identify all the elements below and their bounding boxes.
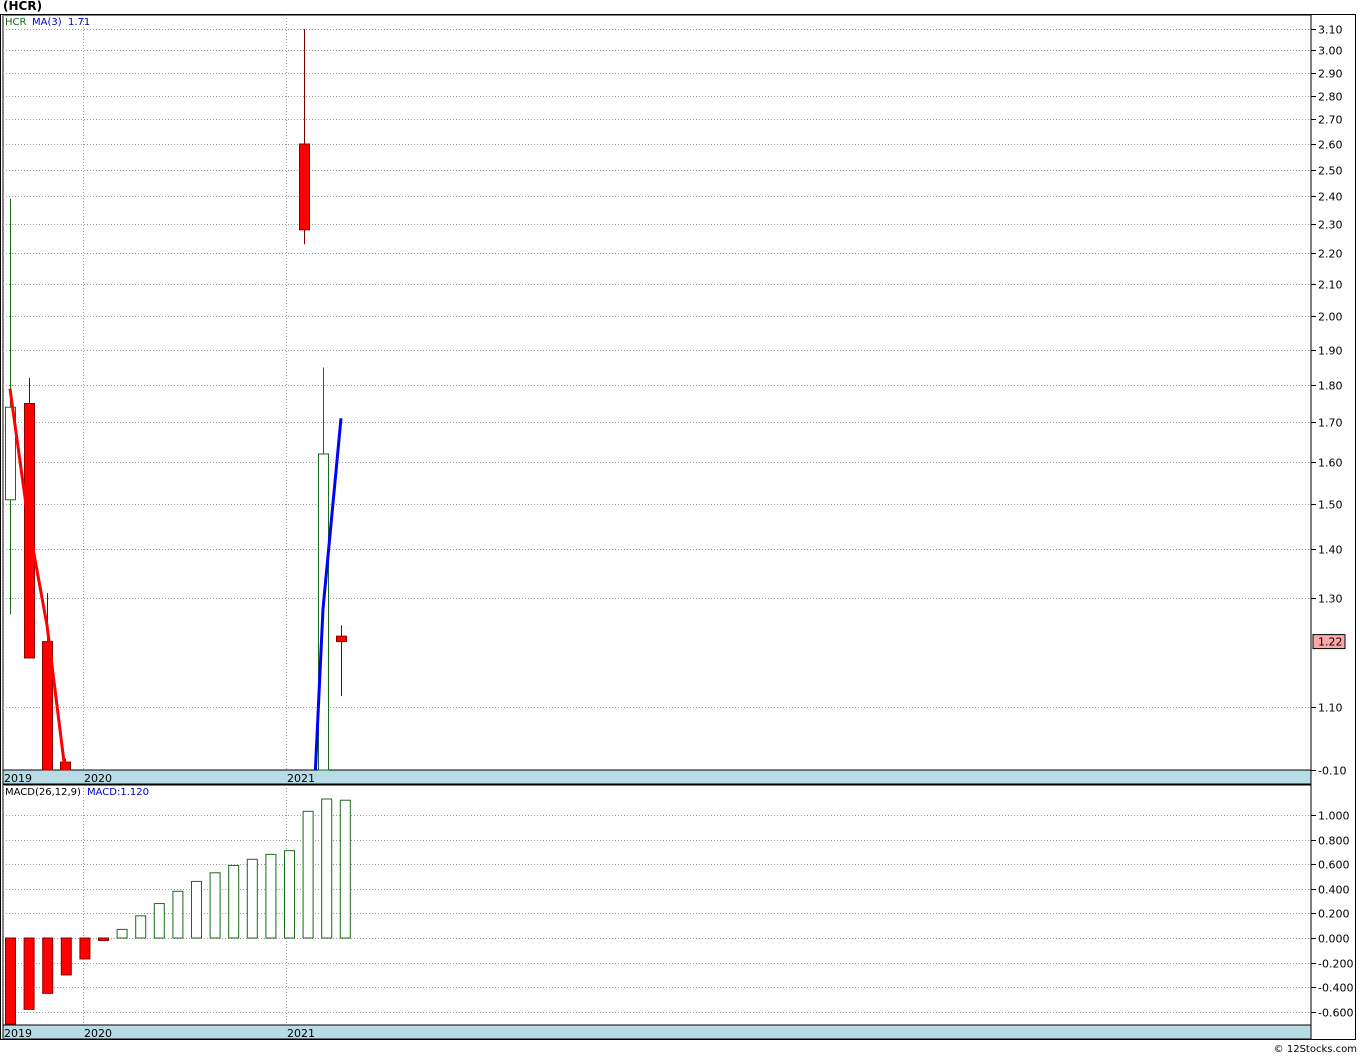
macd-bar bbox=[284, 850, 295, 939]
macd-bar bbox=[153, 903, 165, 939]
price-tick-label: 1.40 bbox=[1318, 544, 1343, 557]
macd-bar bbox=[246, 858, 258, 939]
copyright: © 12Stocks.com bbox=[1274, 1044, 1357, 1055]
macd-tick-label: 0.400 bbox=[1318, 884, 1350, 897]
macd-tick-label: 1.000 bbox=[1318, 810, 1350, 823]
macd-bar bbox=[116, 928, 128, 939]
macd-bar bbox=[5, 937, 16, 1025]
macd-tick-label: -0.400 bbox=[1318, 982, 1353, 995]
date-strip bbox=[2, 1024, 1312, 1040]
price-tick-label: 1.30 bbox=[1318, 593, 1343, 606]
stock-chart: 3.10 3.00 2.90 2.80 2.70 2.60 2.50 2.40 2.30 2.20… bbox=[0, 0, 1357, 1055]
macd-bar bbox=[42, 937, 54, 994]
macd-bar bbox=[321, 798, 333, 939]
date-label: 2021 bbox=[287, 772, 315, 785]
price-tick-label: 1.10 bbox=[1318, 702, 1343, 715]
chart-title: (HCR) bbox=[3, 0, 42, 13]
price-tick-label: 3.10 bbox=[1318, 24, 1343, 37]
macd-bar bbox=[339, 799, 351, 939]
macd-tick-label: -0.600 bbox=[1318, 1007, 1353, 1020]
price-tick-label: 2.10 bbox=[1318, 279, 1343, 292]
price-tick-label: 1.90 bbox=[1318, 345, 1343, 358]
price-tick-label: 3.00 bbox=[1318, 45, 1343, 58]
price-tick-label: 2.30 bbox=[1318, 219, 1343, 232]
date-label: 2019 bbox=[4, 772, 32, 785]
date-label: 2021 bbox=[287, 1027, 315, 1040]
macd-tick-label: 0.200 bbox=[1318, 908, 1350, 921]
macd-bar bbox=[209, 872, 221, 939]
macd-bar bbox=[228, 864, 240, 939]
price-tick-label: 1.60 bbox=[1318, 457, 1343, 470]
price-tick-label: 2.60 bbox=[1318, 139, 1343, 152]
macd-tick-label: 0.000 bbox=[1318, 933, 1350, 946]
price-tick-label: -0.10 bbox=[1318, 765, 1346, 778]
ma-indicator-label: MA(3) bbox=[32, 17, 62, 28]
last-price-label: 1.22 bbox=[1318, 636, 1343, 649]
macd-bar bbox=[135, 915, 147, 939]
price-tick-label: 2.50 bbox=[1318, 165, 1343, 178]
price-tick-label: 2.20 bbox=[1318, 248, 1343, 261]
macd-bar bbox=[23, 937, 35, 1010]
macd-bar bbox=[172, 890, 184, 939]
price-tick-label: 2.90 bbox=[1318, 68, 1343, 81]
macd-bar bbox=[265, 853, 277, 939]
macd-indicator-value: MACD:1.120 bbox=[87, 787, 149, 798]
ma-indicator-value: 1.71 bbox=[68, 17, 90, 28]
candle-body bbox=[299, 143, 310, 231]
date-label: 2019 bbox=[4, 1027, 32, 1040]
date-label: 2020 bbox=[84, 1027, 112, 1040]
date-strip bbox=[2, 769, 1312, 785]
price-tick-label: 2.00 bbox=[1318, 311, 1343, 324]
price-tick-label: 1.70 bbox=[1318, 417, 1343, 430]
macd-tick-label: 0.600 bbox=[1318, 859, 1350, 872]
price-tick-label: 1.50 bbox=[1318, 499, 1343, 512]
symbol-label: HCR bbox=[5, 17, 27, 28]
macd-bar bbox=[60, 937, 72, 976]
candle-body bbox=[336, 635, 347, 643]
price-tick-label: 2.80 bbox=[1318, 91, 1343, 104]
macd-bar bbox=[79, 937, 91, 960]
price-plot-area bbox=[2, 14, 1312, 771]
macd-tick-label: -0.200 bbox=[1318, 958, 1353, 971]
price-tick-label: 1.80 bbox=[1318, 380, 1343, 393]
macd-indicator-label: MACD(26,12,9) bbox=[5, 787, 81, 798]
macd-panel: 1.000 0.800 0.600 0.400 0.200 0.000 -0.200 -0.4… bbox=[2, 784, 1353, 1040]
macd-bar bbox=[191, 880, 202, 939]
macd-tick-label: 0.800 bbox=[1318, 835, 1350, 848]
price-tick-label: 2.40 bbox=[1318, 191, 1343, 204]
date-label: 2020 bbox=[84, 772, 112, 785]
price-tick-label: 2.70 bbox=[1318, 114, 1343, 127]
candle bbox=[24, 378, 35, 659]
macd-bar bbox=[98, 937, 109, 941]
macd-bar bbox=[302, 810, 314, 939]
